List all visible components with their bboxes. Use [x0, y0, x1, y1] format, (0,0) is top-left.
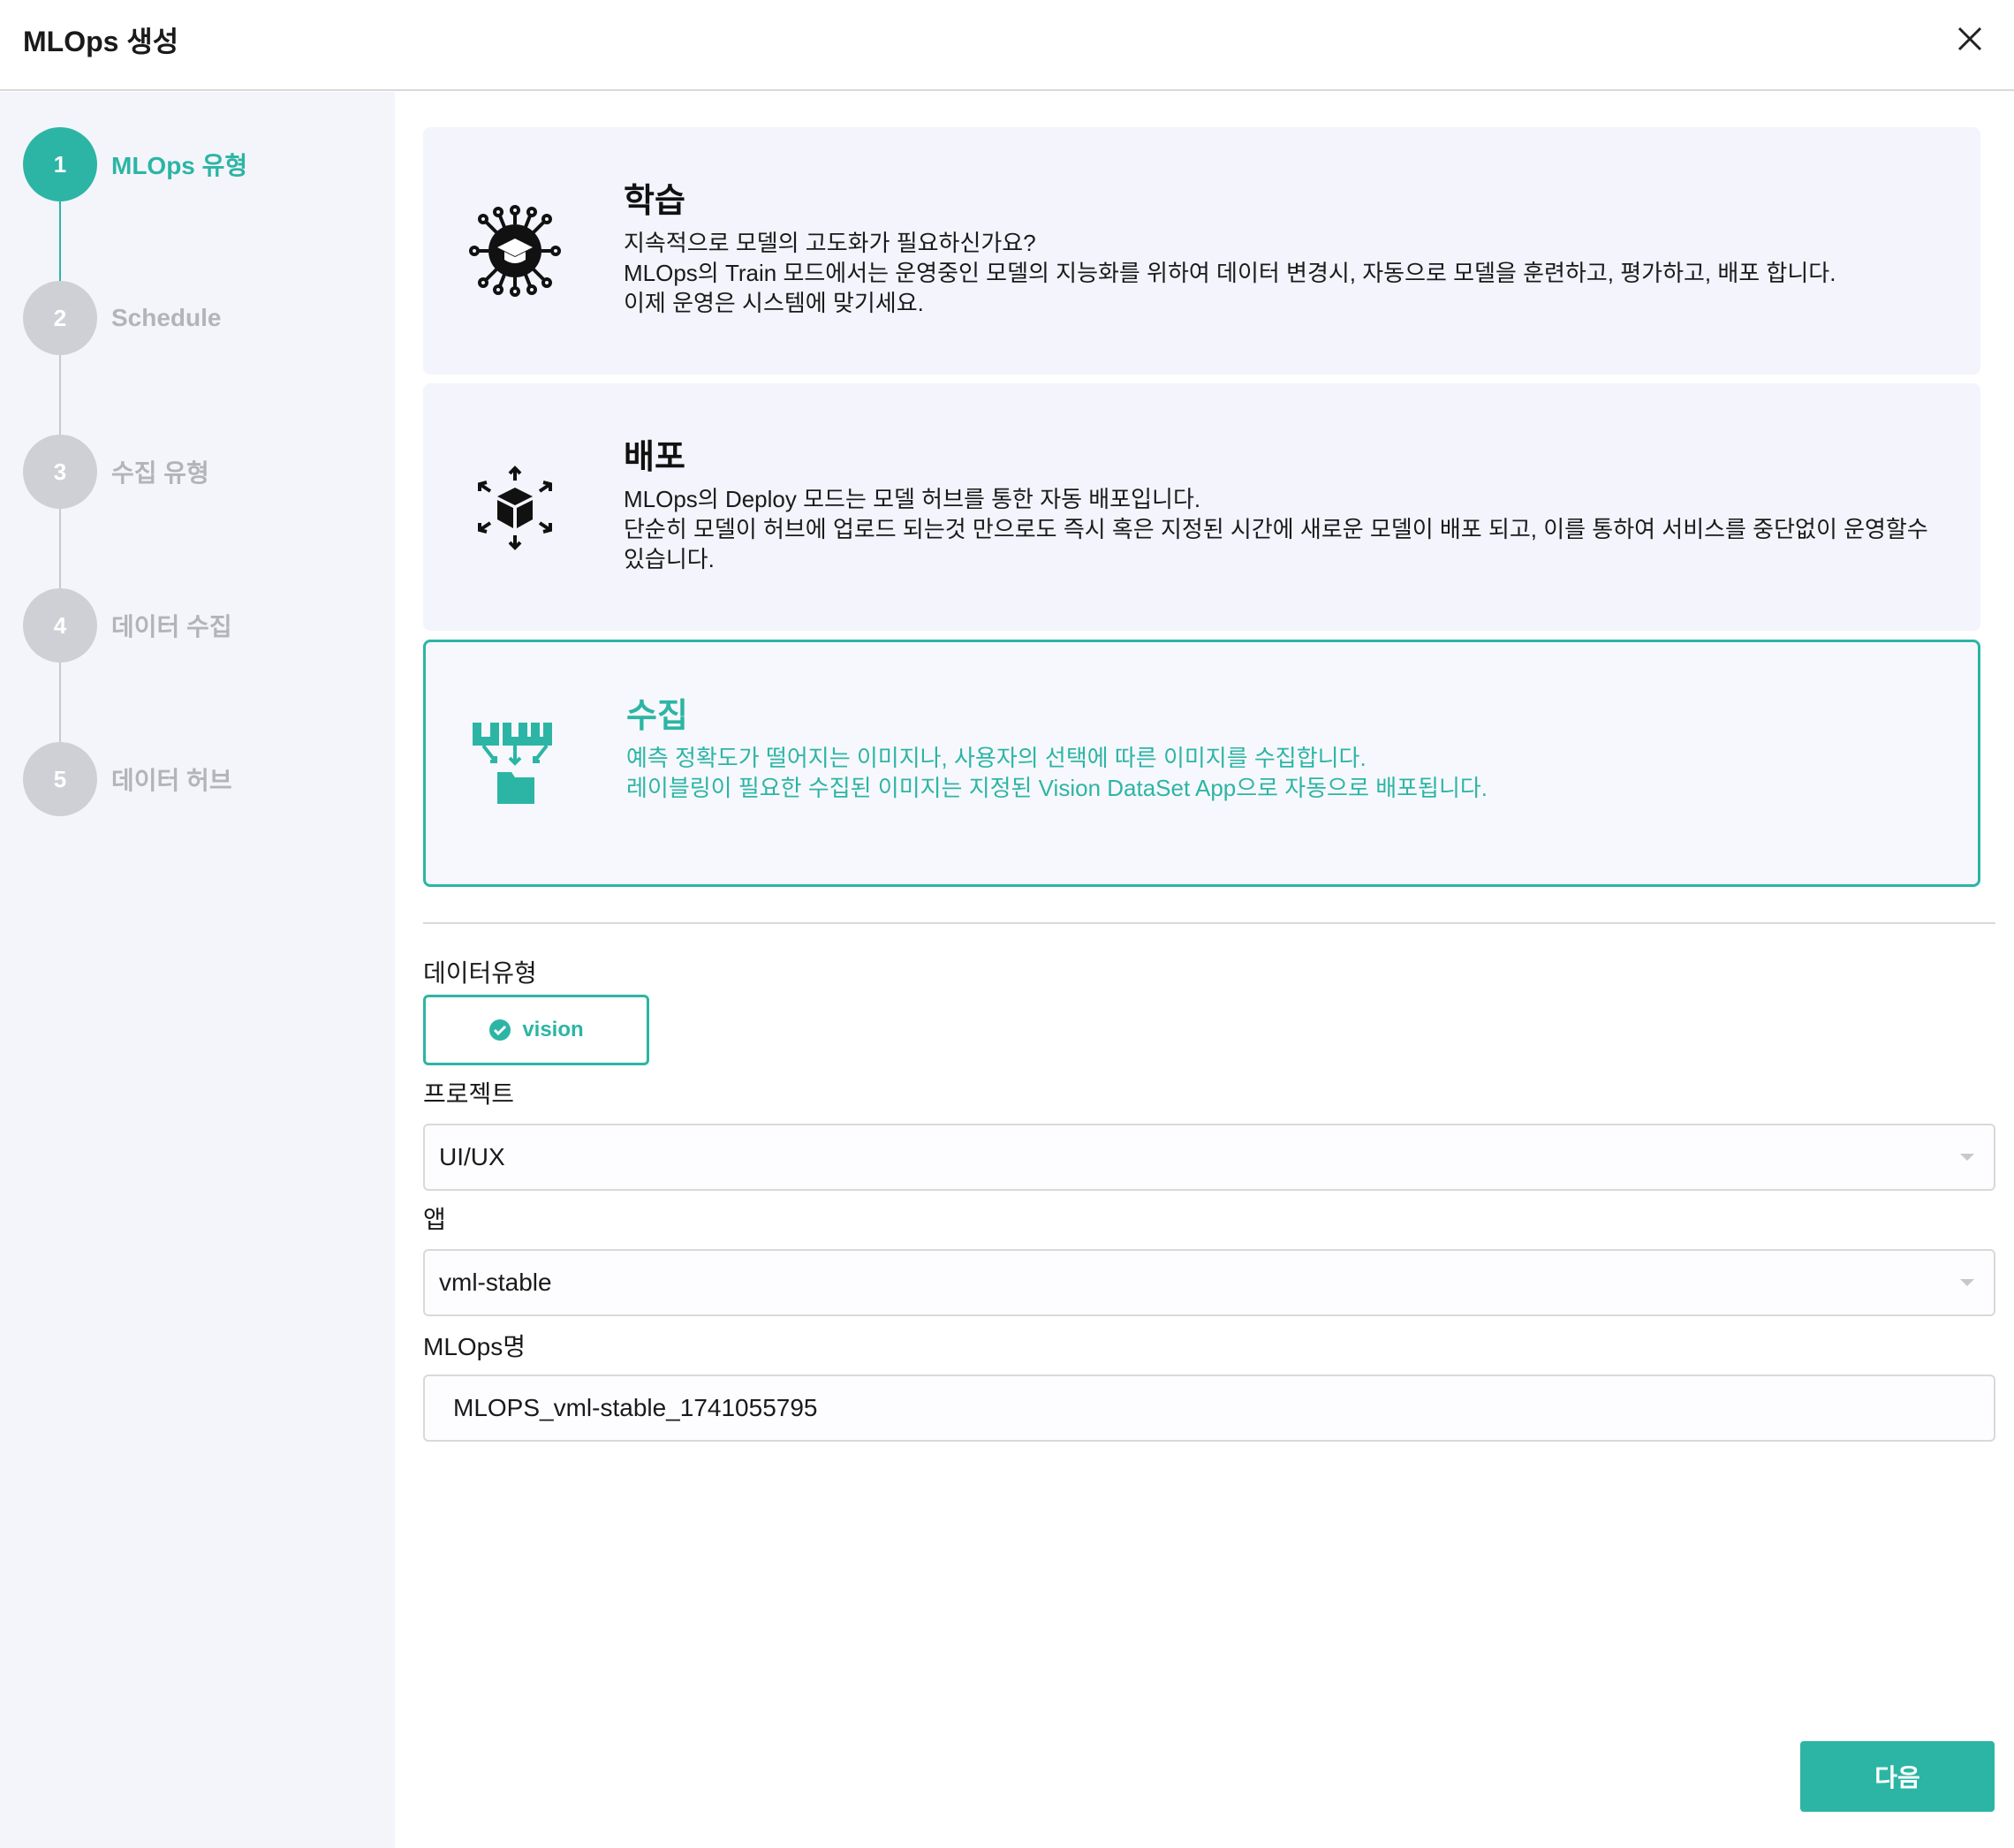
card-description-line: 지속적으로 모델의 고도화가 필요하신가요? [624, 230, 1036, 256]
step-connector [59, 201, 61, 284]
step-mlops-type[interactable]: 1 MLOps 유형 [23, 127, 247, 201]
project-label: 프로젝트 [423, 1080, 515, 1108]
chevron-down-icon [1960, 1279, 1974, 1286]
card-description-line: 예측 정확도가 떨어지는 이미지나, 사용자의 선택에 따른 이미지를 수집합니… [626, 745, 1367, 771]
card-description-line: 레이블링이 필요한 수집된 이미지는 지정된 Vision DataSet Ap… [626, 775, 1488, 801]
section-divider [423, 922, 1995, 924]
step-connector [59, 509, 61, 592]
chevron-down-icon [1960, 1154, 1974, 1161]
card-title: 학습 [624, 183, 685, 220]
mlops-type-card-train[interactable]: 학습 지속적으로 모델의 고도화가 필요하신가요? MLOps의 Train 모… [423, 127, 1980, 375]
card-description-line: 단순히 모델이 허브에 업로드 되는것 만으로도 즉시 혹은 지정된 시간에 새… [624, 516, 1928, 572]
data-type-label: 데이터유형 [423, 959, 537, 987]
app-select-value: vml-stable [439, 1269, 552, 1296]
card-description-line: MLOps의 Train 모드에서는 운영중인 모델의 지능화를 위하여 데이터… [624, 260, 1836, 286]
step-number: 2 [23, 281, 97, 355]
step-number: 4 [23, 588, 97, 663]
app-select[interactable]: vml-stable [423, 1249, 1995, 1316]
step-number: 1 [23, 127, 97, 201]
card-description-line: 이제 운영은 시스템에 맞기세요. [624, 290, 924, 316]
collect-folder-icon [469, 717, 561, 809]
chip-label: vision [522, 1018, 584, 1041]
dialog-title: MLOps 생성 [23, 26, 179, 57]
step-connector [59, 355, 61, 438]
step-label: 데이터 수집 [111, 613, 232, 640]
card-description: 예측 정확도가 떨어지는 이미지나, 사용자의 선택에 따른 이미지를 수집합니… [626, 743, 1942, 803]
close-icon[interactable] [1950, 19, 1989, 58]
mlops-name-input[interactable] [423, 1375, 1995, 1442]
card-description: MLOps의 Deploy 모드는 모델 허브를 통한 자동 배포입니다. 단순… [624, 484, 1945, 574]
step-label: MLOps 유형 [111, 152, 248, 179]
mlops-type-card-deploy[interactable]: 배포 MLOps의 Deploy 모드는 모델 허브를 통한 자동 배포입니다.… [423, 383, 1980, 631]
step-label: 수집 유형 [111, 459, 209, 487]
step-schedule[interactable]: 2 Schedule [23, 281, 221, 355]
mlops-name-label: MLOps명 [423, 1333, 526, 1360]
graduation-network-icon [469, 205, 561, 297]
mlops-type-card-collect[interactable]: 수집 예측 정확도가 떨어지는 이미지나, 사용자의 선택에 따른 이미지를 수… [423, 640, 1980, 887]
card-description-line: MLOps의 Deploy 모드는 모델 허브를 통한 자동 배포입니다. [624, 486, 1201, 512]
step-collect-type[interactable]: 3 수집 유형 [23, 435, 209, 509]
card-description: 지속적으로 모델의 고도화가 필요하신가요? MLOps의 Train 모드에서… [624, 228, 1945, 318]
project-select-value: UI/UX [439, 1143, 505, 1170]
step-label: 데이터 허브 [111, 767, 232, 794]
project-select[interactable]: UI/UX [423, 1124, 1995, 1191]
step-label: Schedule [111, 304, 222, 331]
check-circle-icon [488, 1019, 511, 1041]
step-data-hub[interactable]: 5 데이터 허브 [23, 742, 232, 816]
step-number: 3 [23, 435, 97, 509]
app-label: 앱 [423, 1206, 446, 1233]
card-title: 배포 [624, 439, 685, 476]
data-type-chip-vision[interactable]: vision [423, 995, 649, 1065]
step-data-collect[interactable]: 4 데이터 수집 [23, 588, 232, 663]
stepper-sidebar: 1 MLOps 유형 2 Schedule 3 수집 유형 4 데이터 수집 5… [0, 92, 395, 1848]
cube-distribute-icon [469, 461, 561, 553]
card-title: 수집 [626, 698, 688, 735]
dialog-header: MLOps 생성 [0, 0, 2014, 91]
next-button[interactable]: 다음 [1800, 1741, 1995, 1812]
step-connector [59, 663, 61, 746]
step-number: 5 [23, 742, 97, 816]
